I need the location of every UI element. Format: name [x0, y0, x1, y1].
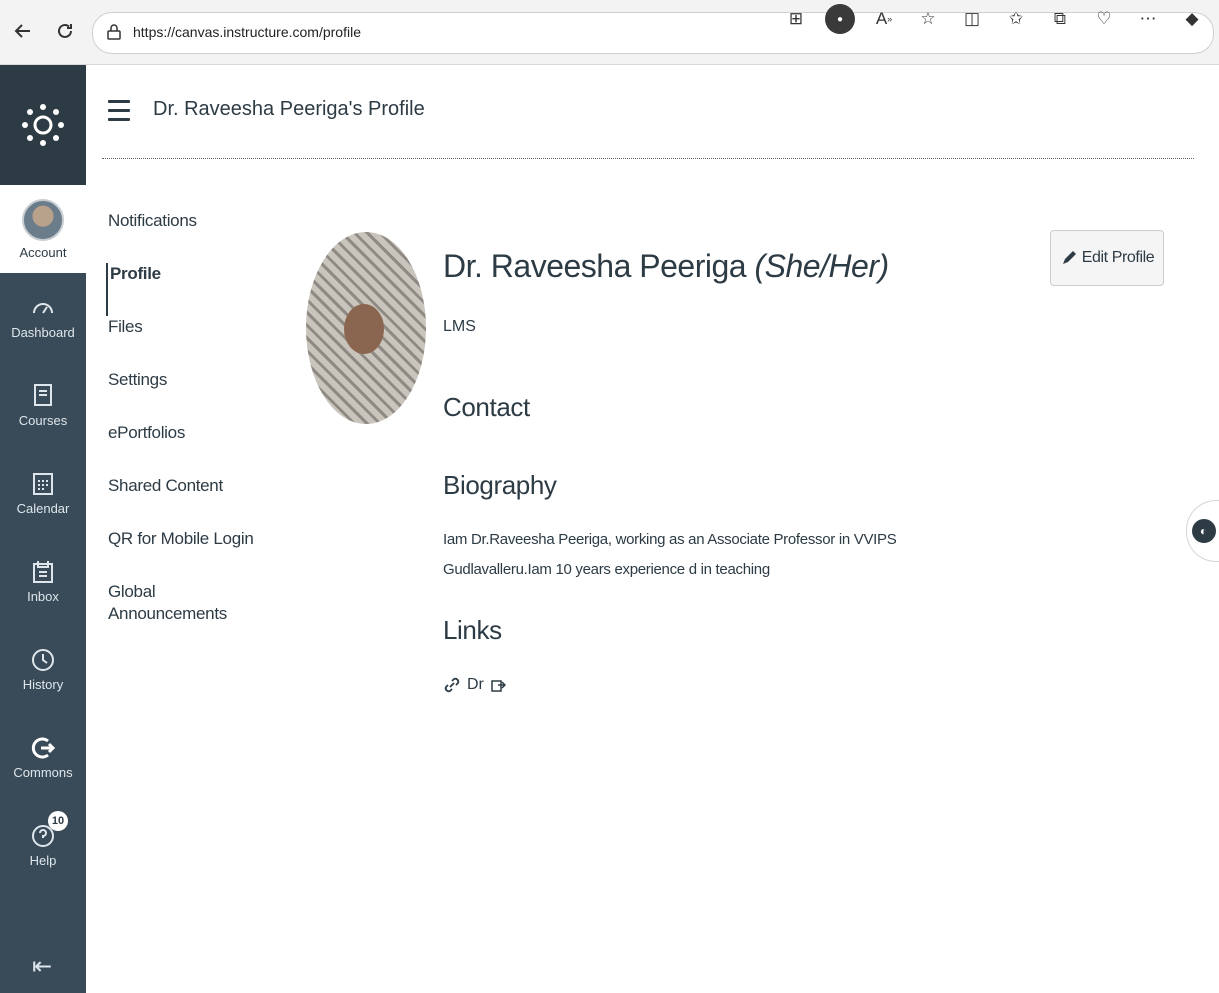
account-subnav: Notifications Profile Files Settings ePo…	[106, 210, 276, 634]
link-label: Dr	[467, 676, 484, 693]
nav-commons[interactable]: Commons	[0, 713, 86, 801]
calendar-icon	[33, 472, 53, 495]
lock-icon	[107, 24, 121, 40]
subnav-eportfolios[interactable]: ePortfolios	[106, 422, 276, 475]
profile-name: Dr. Raveesha Peeriga (She/Her)	[443, 248, 889, 285]
subnav-files[interactable]: Files	[106, 316, 276, 369]
canvas-logo[interactable]	[0, 65, 86, 185]
favorite-star-icon[interactable]: ☆	[913, 4, 943, 34]
external-link-icon	[491, 680, 506, 692]
pencil-icon	[1062, 251, 1076, 264]
profile-name-text: Dr. Raveesha Peeriga	[443, 248, 747, 284]
account-avatar	[22, 198, 64, 241]
url-text: https://canvas.instructure.com/profile	[133, 24, 361, 40]
subnav-global-announcements[interactable]: Global Announcements	[106, 581, 228, 634]
courses-icon	[34, 383, 52, 406]
browser-essentials-icon[interactable]: ♡	[1089, 4, 1119, 34]
nav-calendar[interactable]: Calendar	[0, 449, 86, 537]
contact-heading: Contact	[443, 392, 530, 422]
nav-courses[interactable]: Courses	[0, 361, 86, 449]
canvas-logo-icon	[22, 104, 64, 146]
dashboard-icon	[33, 302, 53, 314]
nav-label: Inbox	[27, 588, 59, 604]
inbox-icon	[33, 560, 53, 583]
collections-icon[interactable]: ⧉	[1045, 4, 1075, 34]
more-icon[interactable]: ⋯	[1133, 4, 1163, 34]
biography-heading: Biography	[443, 470, 557, 500]
favorites-list-icon[interactable]: ✩	[1001, 4, 1031, 34]
nav-label: Help	[29, 852, 57, 868]
avatar-icon[interactable]: ●	[825, 4, 855, 34]
nav-account[interactable]: Account	[0, 185, 86, 273]
edit-profile-label: Edit Profile	[1081, 249, 1155, 266]
browser-icons: ⊞ ● A» ☆ ◫ ✩ ⧉ ♡ ⋯ ◆	[781, 4, 1207, 34]
profile-link[interactable]: Dr	[443, 676, 506, 694]
collapse-nav-icon[interactable]: ⇤	[32, 952, 52, 981]
side-assistant-tab[interactable]: ◐	[1186, 500, 1219, 562]
read-aloud-icon[interactable]: A»	[869, 4, 899, 34]
commons-icon	[31, 737, 56, 758]
back-button[interactable]	[6, 14, 40, 48]
history-icon	[32, 648, 54, 671]
links-heading: Links	[443, 615, 502, 645]
nav-label: Calendar	[16, 500, 70, 516]
subnav-qr-mobile-login[interactable]: QR for Mobile Login	[106, 528, 276, 581]
header-divider	[102, 158, 1194, 159]
subnav-shared-content[interactable]: Shared Content	[106, 475, 276, 528]
nav-dashboard[interactable]: Dashboard	[0, 273, 86, 361]
biography-text: Iam Dr.Raveesha Peeriga, working as an A…	[443, 531, 897, 578]
nav-help[interactable]: 10 Help	[0, 801, 86, 889]
nav-label: Commons	[13, 764, 73, 780]
nav-label: Courses	[18, 412, 68, 428]
assistant-icon: ◐	[1191, 519, 1216, 543]
nav-label: Account	[19, 244, 67, 260]
nav-label: Dashboard	[11, 324, 75, 340]
help-badge: 10	[48, 811, 68, 831]
global-nav: Account Dashboard Courses Calendar Inbox…	[0, 65, 86, 993]
back-arrow-icon	[14, 24, 30, 38]
profile-pronouns: (She/Her)	[754, 248, 889, 284]
refresh-icon	[58, 23, 72, 38]
refresh-button[interactable]	[48, 14, 82, 48]
split-screen-icon[interactable]: ◫	[957, 4, 987, 34]
grid-icon[interactable]: ⊞	[781, 4, 811, 34]
edit-profile-button[interactable]: Edit Profile	[1050, 230, 1164, 286]
profile-title: LMS	[443, 318, 476, 335]
nav-history[interactable]: History	[0, 625, 86, 713]
subnav-settings[interactable]: Settings	[106, 369, 276, 422]
profile-photo	[306, 232, 426, 424]
browser-toolbar: https://canvas.instructure.com/profile ⊞…	[0, 0, 1219, 65]
subnav-profile[interactable]: Profile	[106, 263, 276, 316]
page-title: Dr. Raveesha Peeriga's Profile	[153, 98, 425, 120]
copilot-icon[interactable]: ◆	[1177, 4, 1207, 34]
nav-inbox[interactable]: Inbox	[0, 537, 86, 625]
nav-label: History	[22, 676, 64, 692]
hamburger-menu-icon[interactable]	[108, 100, 130, 127]
subnav-notifications[interactable]: Notifications	[106, 210, 276, 263]
link-icon	[444, 677, 460, 693]
